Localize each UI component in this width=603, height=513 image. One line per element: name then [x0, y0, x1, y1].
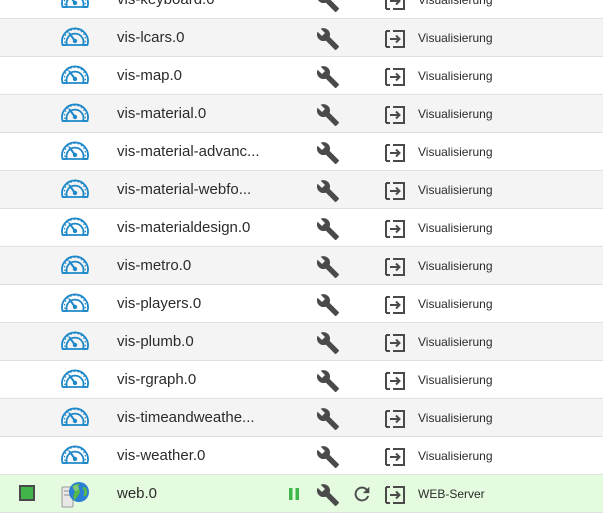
adapter-row[interactable]: vis-keyboard.0 Visualisierung [0, 0, 603, 19]
adapter-category: Visualisierung [418, 411, 493, 425]
gauge-icon [59, 402, 91, 434]
wrench-icon[interactable] [316, 65, 340, 89]
gauge-icon [59, 364, 91, 396]
gauge-icon [59, 136, 91, 168]
wrench-icon[interactable] [316, 483, 340, 507]
pause-icon[interactable] [286, 486, 302, 502]
gauge-icon [59, 60, 91, 92]
adapter-name: vis-rgraph.0 [117, 371, 197, 388]
adapter-category: Visualisierung [418, 107, 493, 121]
gauge-icon [59, 326, 91, 358]
adapter-instance-list: vis-keyboard.0 Visualisierung vis-lcars.… [0, 0, 603, 513]
open-link-icon[interactable] [384, 483, 408, 507]
adapter-row[interactable]: vis-plumb.0 Visualisierung [0, 323, 603, 361]
wrench-icon[interactable] [316, 179, 340, 203]
adapter-name: vis-material-webfo... [117, 181, 252, 198]
open-link-icon[interactable] [384, 293, 408, 317]
adapter-name: web.0 [117, 485, 158, 502]
adapter-name: vis-material.0 [117, 105, 207, 122]
open-link-icon[interactable] [384, 255, 408, 279]
adapter-category: Visualisierung [418, 449, 493, 463]
wrench-icon[interactable] [316, 27, 340, 51]
reload-icon[interactable] [351, 483, 373, 505]
adapter-category: Visualisierung [418, 373, 493, 387]
open-link-icon[interactable] [384, 141, 408, 165]
open-link-icon[interactable] [384, 407, 408, 431]
adapter-category: Visualisierung [418, 31, 493, 45]
adapter-row[interactable]: vis-map.0 Visualisierung [0, 57, 603, 95]
adapter-category: Visualisierung [418, 145, 493, 159]
adapter-category: Visualisierung [418, 335, 493, 349]
gauge-icon [59, 288, 91, 320]
adapter-row[interactable]: vis-material-webfo... Visualisierung [0, 171, 603, 209]
adapter-name: vis-material-advanc... [117, 143, 260, 160]
open-link-icon[interactable] [384, 179, 408, 203]
adapter-name: vis-timeandweathe... [117, 409, 255, 426]
adapter-row[interactable]: vis-materialdesign.0 Visualisierung [0, 209, 603, 247]
wrench-icon[interactable] [316, 217, 340, 241]
adapter-name: vis-keyboard.0 [117, 0, 215, 9]
adapter-name: vis-plumb.0 [117, 333, 194, 350]
adapter-category: Visualisierung [418, 0, 493, 7]
adapter-name: vis-metro.0 [117, 257, 192, 274]
adapter-category: Visualisierung [418, 183, 493, 197]
wrench-icon[interactable] [316, 141, 340, 165]
gauge-icon [59, 212, 91, 244]
adapter-row[interactable]: vis-players.0 Visualisierung [0, 285, 603, 323]
globe-server-icon [59, 478, 91, 510]
adapter-row[interactable]: vis-material-advanc... Visualisierung [0, 133, 603, 171]
adapter-name: vis-weather.0 [117, 447, 206, 464]
wrench-icon[interactable] [316, 407, 340, 431]
open-link-icon[interactable] [384, 331, 408, 355]
open-link-icon[interactable] [384, 445, 408, 469]
adapter-row[interactable]: vis-metro.0 Visualisierung [0, 247, 603, 285]
wrench-icon[interactable] [316, 445, 340, 469]
adapter-row[interactable]: vis-timeandweathe... Visualisierung [0, 399, 603, 437]
gauge-icon [59, 22, 91, 54]
gauge-icon [59, 440, 91, 472]
wrench-icon[interactable] [316, 331, 340, 355]
open-link-icon[interactable] [384, 369, 408, 393]
adapter-row[interactable]: vis-lcars.0 Visualisierung [0, 19, 603, 57]
adapter-category: WEB-Server [418, 487, 485, 501]
adapter-row[interactable]: vis-rgraph.0 Visualisierung [0, 361, 603, 399]
wrench-icon[interactable] [316, 103, 340, 127]
wrench-icon[interactable] [316, 369, 340, 393]
adapter-category: Visualisierung [418, 297, 493, 311]
adapter-name: vis-lcars.0 [117, 29, 185, 46]
adapter-row[interactable]: vis-weather.0 Visualisierung [0, 437, 603, 475]
gauge-icon [59, 0, 91, 16]
adapter-category: Visualisierung [418, 259, 493, 273]
gauge-icon [59, 98, 91, 130]
gauge-icon [59, 174, 91, 206]
adapter-category: Visualisierung [418, 221, 493, 235]
gauge-icon [59, 250, 91, 282]
open-link-icon[interactable] [384, 0, 408, 13]
open-link-icon[interactable] [384, 27, 408, 51]
adapter-row[interactable]: vis-material.0 Visualisierung [0, 95, 603, 133]
adapter-category: Visualisierung [418, 69, 493, 83]
adapter-name: vis-map.0 [117, 67, 183, 84]
open-link-icon[interactable] [384, 103, 408, 127]
open-link-icon[interactable] [384, 217, 408, 241]
wrench-icon[interactable] [316, 293, 340, 317]
adapter-name: vis-materialdesign.0 [117, 219, 251, 236]
open-link-icon[interactable] [384, 65, 408, 89]
wrench-icon[interactable] [316, 255, 340, 279]
adapter-row[interactable]: web.0 WEB-Server [0, 475, 603, 513]
adapter-name: vis-players.0 [117, 295, 202, 312]
status-indicator[interactable] [19, 485, 35, 501]
wrench-icon[interactable] [316, 0, 340, 13]
